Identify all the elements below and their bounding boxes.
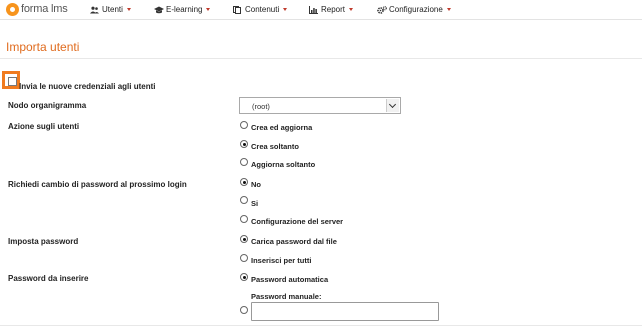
org-node-label: Nodo organigramma (8, 101, 87, 110)
radio-pwd-change-si[interactable] (240, 196, 248, 204)
page-title: Importa utenti (6, 40, 80, 54)
option-label[interactable]: Carica password dal file (251, 237, 337, 246)
radio-load-from-file[interactable] (240, 235, 248, 243)
set-password-label: Imposta password (8, 237, 79, 246)
option-label[interactable]: Inserisci per tutti (251, 256, 311, 265)
radio-pwd-change-no[interactable] (240, 178, 248, 186)
gears-icon (377, 5, 387, 14)
divider (0, 325, 642, 326)
option-label[interactable]: Crea ed aggiorna (251, 123, 312, 132)
manual-password-input[interactable] (251, 302, 439, 321)
chevron-down-icon (206, 8, 211, 11)
radio-password-auto[interactable] (240, 273, 248, 281)
bar-chart-icon (309, 5, 318, 14)
option-label[interactable]: Si (251, 199, 258, 208)
nav-e-learning[interactable]: E-learning (154, 3, 211, 16)
nav-report[interactable]: Report (309, 3, 354, 16)
divider (0, 58, 642, 59)
option-label[interactable]: Password automatica (251, 275, 328, 284)
top-navbar: forma lms Utenti E-learning Contenuti Re… (0, 0, 642, 20)
option-label[interactable]: Configurazione del server (251, 217, 343, 226)
org-node-select[interactable]: (root) (239, 97, 401, 114)
nav-utenti[interactable]: Utenti (90, 3, 131, 16)
user-action-label: Azione sugli utenti (8, 122, 80, 131)
send-credentials-checkbox[interactable] (8, 77, 17, 86)
radio-pwd-change-server[interactable] (240, 215, 248, 223)
forma-lms-logo[interactable]: forma lms (6, 2, 68, 16)
option-label[interactable]: Aggiorna soltanto (251, 160, 315, 169)
chevron-down-icon (349, 8, 354, 11)
nav-configurazione[interactable]: Configurazione (377, 3, 451, 16)
option-label[interactable]: Crea soltanto (251, 142, 299, 151)
graduation-cap-icon (154, 6, 164, 14)
radio-aggiorna-soltanto[interactable] (240, 158, 248, 166)
send-credentials-checkbox-highlight[interactable] (2, 71, 20, 89)
chevron-down-icon (446, 8, 451, 11)
radio-crea-ed-aggiorna[interactable] (240, 121, 248, 129)
radio-crea-soltanto[interactable] (240, 140, 248, 148)
users-icon (90, 6, 99, 14)
chevron-down-icon (126, 8, 131, 11)
pwd-change-label: Richiedi cambio di password al prossimo … (8, 180, 187, 189)
password-type-label: Password da inserire (8, 274, 89, 283)
radio-password-manual[interactable] (240, 306, 248, 314)
chevron-down-icon[interactable] (386, 99, 399, 112)
manual-password-label: Password manuale: (251, 292, 322, 301)
nav-contenuti[interactable]: Contenuti (233, 3, 288, 16)
option-label[interactable]: No (251, 180, 261, 189)
files-icon (233, 5, 242, 14)
send-credentials-label[interactable]: Invia le nuove credenziali agli utenti (19, 82, 155, 91)
chevron-down-icon (283, 8, 288, 11)
radio-insert-for-all[interactable] (240, 254, 248, 262)
logo-icon (6, 2, 19, 16)
